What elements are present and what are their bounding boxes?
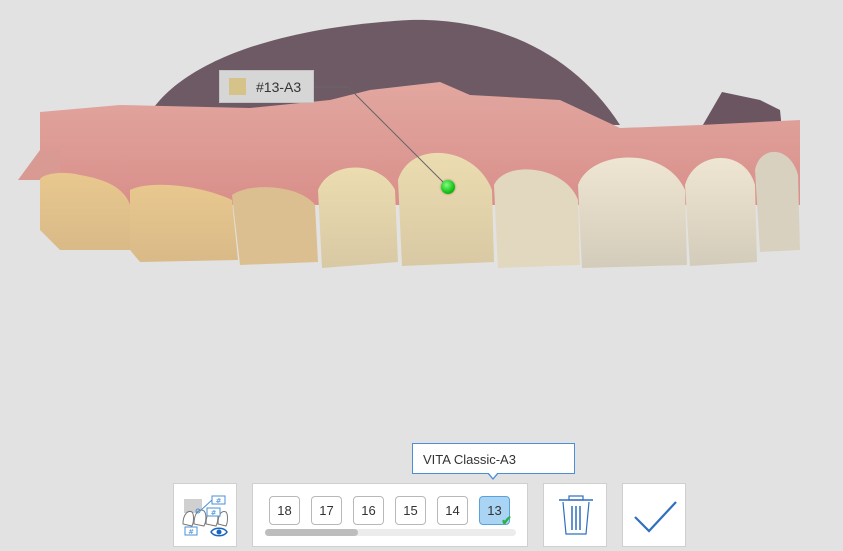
svg-text:#: # <box>216 497 222 505</box>
trash-icon <box>559 495 593 535</box>
tooth-button-18[interactable]: 18 <box>269 496 300 525</box>
tooth-strip-scrollbar[interactable] <box>265 529 516 536</box>
tooth-number-visibility-icon: # # # <box>182 495 228 537</box>
tooth-number-visibility-button[interactable]: # # # <box>173 483 237 547</box>
shade-color-swatch <box>229 78 246 95</box>
tooth-strip-scroll-thumb[interactable] <box>265 529 358 536</box>
tooth-number-label: 16 <box>361 503 376 518</box>
selected-check-icon: ✔ <box>501 513 512 528</box>
tooth-number-label: 18 <box>277 503 292 518</box>
checkmark-icon <box>634 501 677 533</box>
delete-button[interactable] <box>543 483 607 547</box>
tooth-button-16[interactable]: 16 <box>353 496 384 525</box>
tooltip-pointer <box>487 472 499 480</box>
tooth-button-14[interactable]: 14 <box>437 496 468 525</box>
tooth-button-17[interactable]: 17 <box>311 496 342 525</box>
shade-point-marker[interactable] <box>441 180 455 194</box>
tooth-number-label: 15 <box>403 503 418 518</box>
tooth-button-15[interactable]: 15 <box>395 496 426 525</box>
svg-text:#: # <box>211 509 217 517</box>
tooth-selector-strip[interactable]: 18 17 16 15 14 13 ✔ <box>252 483 528 547</box>
tooth-number-label: 17 <box>319 503 334 518</box>
tooth-number-label: 14 <box>445 503 460 518</box>
3d-scan-viewport[interactable]: #13-A3 <box>0 0 843 430</box>
confirm-button[interactable] <box>622 483 686 547</box>
dental-scan-model <box>18 19 800 268</box>
shade-annotation-tag[interactable]: #13-A3 <box>219 70 314 103</box>
tooth-button-13[interactable]: 13 ✔ <box>479 496 512 528</box>
shade-annotation-label: #13-A3 <box>256 78 302 95</box>
svg-text:#: # <box>188 528 194 536</box>
shade-tooltip-text: VITA Classic-A3 <box>423 452 516 467</box>
shade-tooltip: VITA Classic-A3 <box>412 443 575 474</box>
tooth-number-label: 13 <box>487 503 502 518</box>
